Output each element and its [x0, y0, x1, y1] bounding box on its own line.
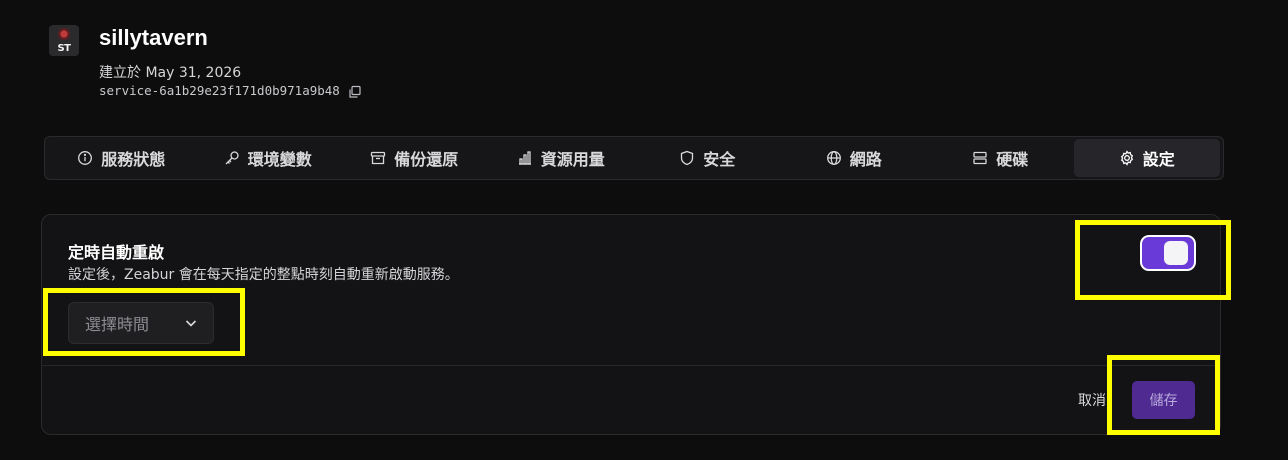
auto-restart-toggle[interactable] [1140, 235, 1196, 271]
save-button[interactable]: 儲存 [1132, 381, 1195, 419]
tab-disk[interactable]: 硬碟 [927, 139, 1074, 177]
tab-label: 安全 [703, 150, 736, 169]
time-select[interactable]: 選擇時間 [68, 302, 214, 344]
logo-letters: ST [57, 43, 71, 54]
tab-label: 環境變數 [247, 150, 312, 169]
tab-label: 資源用量 [540, 150, 605, 169]
tab-backup-restore[interactable]: 備份還原 [341, 139, 488, 177]
service-tabs: 服務狀態 環境變數 備份還原 資源用量 安全 網路 硬碟 設定 [44, 136, 1224, 180]
chevron-down-icon [185, 320, 197, 327]
service-id: service-6a1b29e23f171d0b971a9b48 [99, 83, 340, 98]
globe-icon [826, 151, 841, 165]
tab-service-status[interactable]: 服務狀態 [48, 139, 195, 177]
scheduled-restart-card: 定時自動重啟 設定後，Zeabur 會在每天指定的整點時刻自動重新啟動服務。 選… [41, 214, 1221, 435]
tab-label: 硬碟 [996, 150, 1029, 169]
info-icon [78, 151, 93, 165]
time-select-placeholder: 選擇時間 [85, 315, 150, 334]
copy-icon[interactable] [348, 84, 362, 98]
bar-chart-icon [518, 151, 531, 165]
archive-icon [371, 151, 386, 165]
toggle-knob [1164, 241, 1188, 265]
tab-label: 網路 [849, 150, 882, 169]
cancel-button[interactable]: 取消 [1078, 390, 1106, 410]
service-id-row: service-6a1b29e23f171d0b971a9b48 [99, 83, 362, 98]
tab-label: 服務狀態 [101, 150, 166, 169]
service-logo: ST [49, 25, 79, 56]
service-settings-page: ST sillytavern 建立於 May 31, 2026 service-… [0, 0, 1288, 460]
service-name: sillytavern [99, 25, 208, 50]
card-description: 設定後，Zeabur 會在每天指定的整點時刻自動重新啟動服務。 [68, 267, 459, 283]
tab-settings[interactable]: 設定 [1073, 139, 1220, 177]
key-icon [225, 151, 239, 165]
tab-resource-usage[interactable]: 資源用量 [488, 139, 635, 177]
card-divider [42, 365, 1220, 366]
tab-network[interactable]: 網路 [781, 139, 928, 177]
gear-icon [1120, 150, 1133, 166]
tab-label: 設定 [1142, 150, 1175, 169]
server-icon [973, 151, 987, 165]
card-title: 定時自動重啟 [68, 243, 165, 262]
logo-mark-icon [56, 28, 72, 40]
tab-label: 備份還原 [394, 150, 459, 169]
shield-icon [681, 150, 694, 166]
tab-environment-variables[interactable]: 環境變數 [195, 139, 342, 177]
tab-security[interactable]: 安全 [634, 139, 781, 177]
created-at: 建立於 May 31, 2026 [99, 65, 242, 81]
